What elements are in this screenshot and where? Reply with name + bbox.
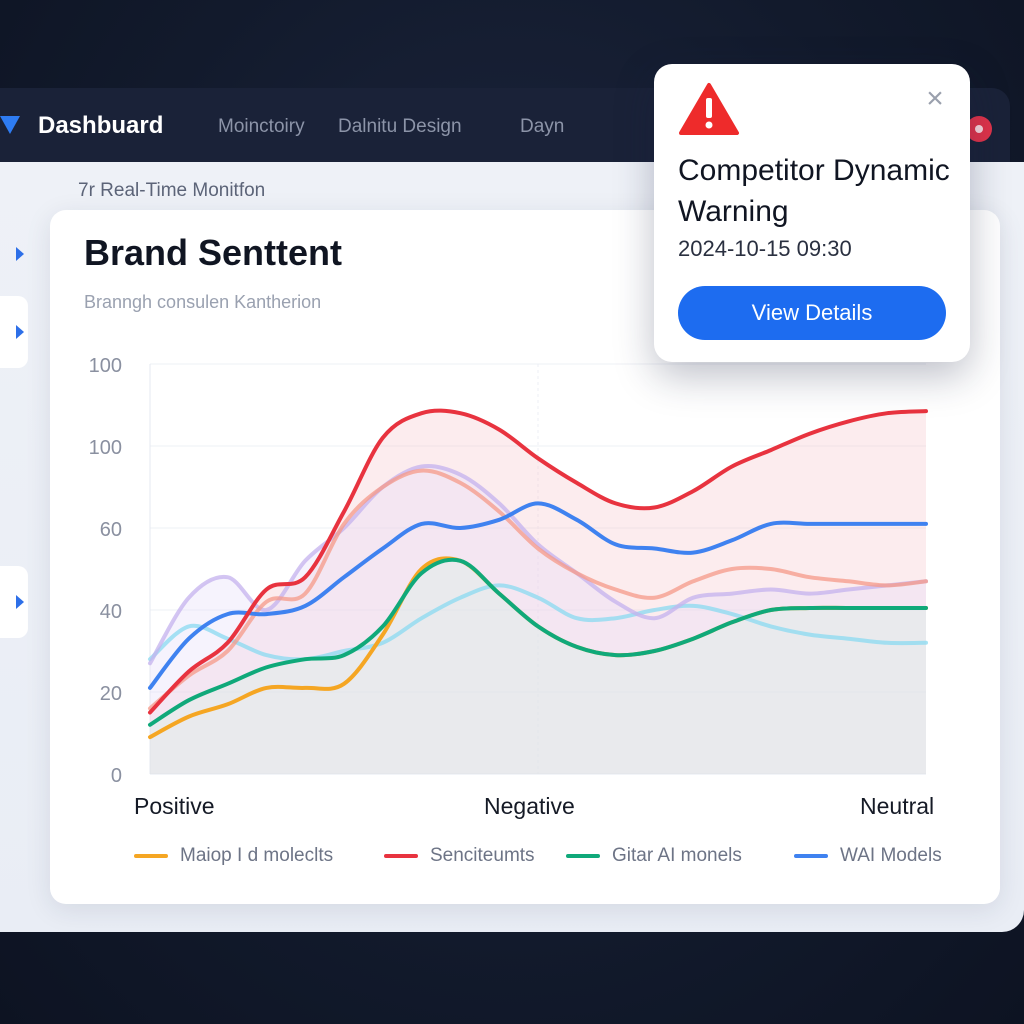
legend-item[interactable]: Maiop I d moleclts bbox=[134, 845, 333, 867]
legend-item[interactable]: Gitar AI monels bbox=[566, 845, 742, 867]
chart-legend: Maiop I d moleclts Senciteumts Gitar AI … bbox=[134, 845, 964, 873]
legend-swatch bbox=[794, 854, 828, 858]
close-icon[interactable]: × bbox=[920, 84, 950, 114]
legend-label: Senciteumts bbox=[430, 845, 535, 866]
view-details-button[interactable]: View Details bbox=[678, 286, 946, 340]
legend-label: Gitar AI monels bbox=[612, 845, 742, 866]
legend-swatch bbox=[384, 854, 418, 858]
x-category-label: Negative bbox=[484, 793, 575, 819]
legend-item[interactable]: Senciteumts bbox=[384, 845, 535, 867]
legend-label: WAI Models bbox=[840, 845, 942, 866]
legend-item[interactable]: WAI Models bbox=[794, 845, 942, 867]
competitor-warning-popup: × Competitor Dynamic Warning 2024-10-15 … bbox=[654, 64, 970, 362]
x-category-label: Positive bbox=[134, 793, 215, 819]
y-tick-label: 40 bbox=[100, 601, 122, 623]
alert-title: Competitor Dynamic Warning bbox=[678, 154, 950, 228]
warning-triangle-icon bbox=[679, 83, 739, 135]
x-category-label: Neutral bbox=[860, 793, 935, 819]
y-tick-label: 20 bbox=[100, 683, 122, 705]
y-tick-label: 0 bbox=[111, 765, 122, 787]
y-tick-label: 100 bbox=[89, 355, 122, 377]
y-tick-label: 100 bbox=[89, 437, 122, 459]
legend-swatch bbox=[134, 854, 168, 858]
alert-timestamp: 2024-10-15 09:30 bbox=[678, 236, 852, 261]
y-tick-label: 60 bbox=[100, 519, 122, 541]
legend-label: Maiop I d moleclts bbox=[180, 845, 334, 866]
legend-swatch bbox=[566, 854, 600, 858]
